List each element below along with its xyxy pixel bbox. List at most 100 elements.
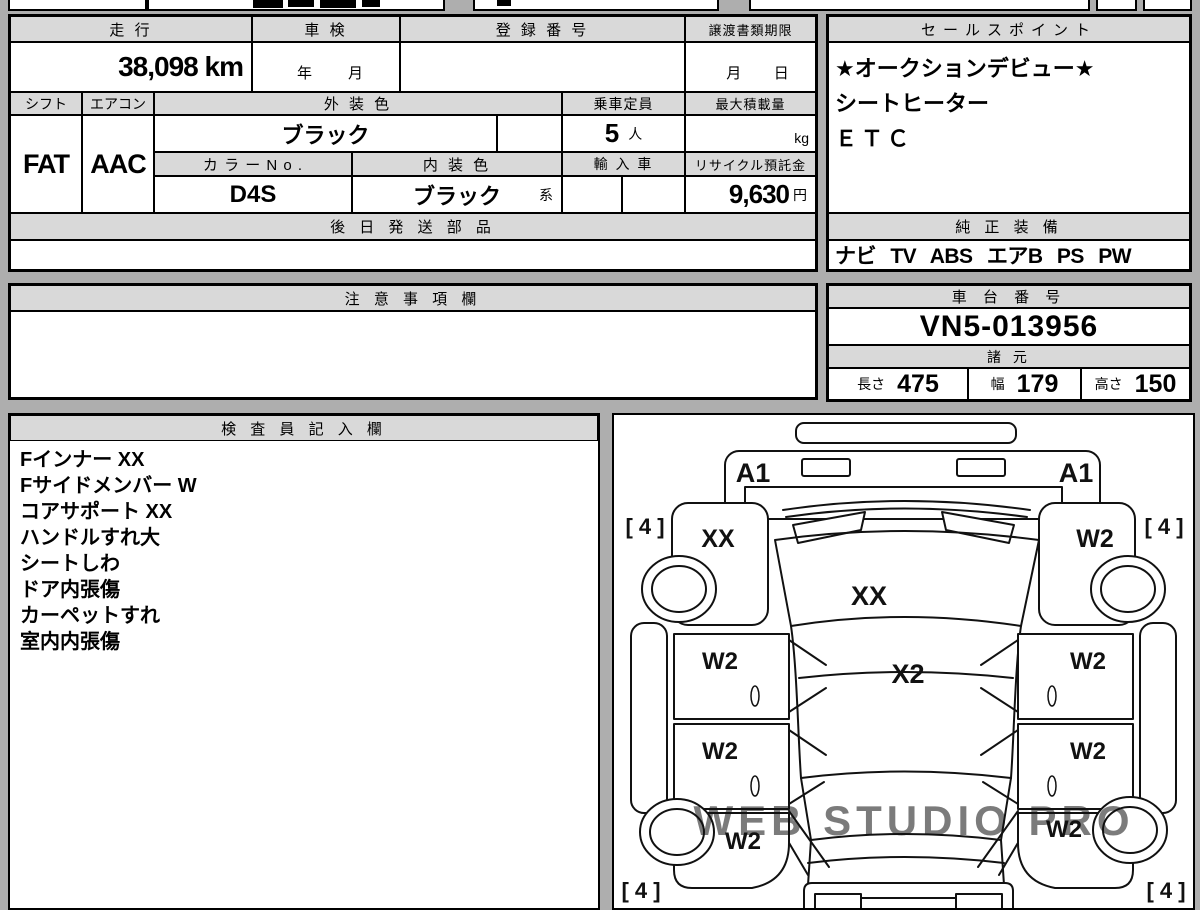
chassis-header: 車 台 番 号	[828, 285, 1190, 308]
later-parts-header: 後 日 発 送 部 品	[10, 213, 816, 240]
door-handle	[1047, 775, 1057, 797]
color-no-header: カ ラ ー N o .	[154, 152, 352, 176]
max-load-value: kg	[685, 115, 816, 152]
sales-point-item: ★オークションデビュー★	[835, 56, 1095, 81]
specs-header: 諸 元	[828, 345, 1190, 368]
spec-width-label: 幅	[990, 376, 1005, 392]
door-front-right-shape	[1017, 633, 1134, 720]
cutoff-row-cell	[1096, 0, 1137, 11]
shaken-value: 年 月	[252, 42, 400, 92]
capacity-unit: 人	[628, 125, 643, 142]
spec-height-value: 150	[1134, 369, 1177, 398]
inspector-note: 室内内張傷	[20, 631, 120, 653]
sales-point-item: シートヒーター	[835, 91, 990, 116]
import-value-2	[622, 176, 685, 213]
sill-left-shape	[630, 622, 668, 814]
capacity-number: 5	[604, 118, 620, 148]
chassis-specs-panel: 車 台 番 号 VN5-013956 諸 元 長さ 475 幅 179 高さ 1…	[826, 283, 1192, 402]
damage-label-fender-left: XX	[701, 525, 735, 553]
recycle-deposit-value: 9,630 円	[685, 176, 816, 213]
tire-label-front-right: [ 4 ]	[1144, 514, 1183, 539]
inspector-note: シートしわ	[20, 553, 120, 575]
cutoff-row-cell	[1143, 0, 1192, 11]
cutoff-row-cell	[473, 0, 719, 11]
shift-header: シフト	[10, 92, 82, 115]
interior-color-header: 内 装 色	[352, 152, 562, 176]
inspector-note: Fサイドメンバー W	[20, 475, 197, 497]
later-parts-value	[10, 240, 816, 270]
chassis-value: VN5-013956	[828, 308, 1190, 345]
inspector-note: ドア内張傷	[20, 579, 120, 601]
color-no-value: D4S	[154, 176, 352, 213]
deadline-month-label: 月	[726, 65, 742, 82]
equipment-value: ナビ TV ABS エアB PS PW	[828, 240, 1190, 270]
inspector-note: カーペットすれ	[20, 605, 160, 627]
inspector-notes-list: Fインナー XX Fサイドメンバー W コアサポート XX ハンドルすれ大 シー…	[10, 441, 598, 661]
recycle-deposit-header: リサイクル預託金	[685, 152, 816, 176]
sales-points-panel: セールスポイント ★オークションデビュー★ シートヒーター ＥＴＣ 純 正 装 …	[826, 14, 1192, 272]
cutoff-row-cell	[147, 0, 445, 11]
interior-color-value: ブラック 系	[352, 176, 562, 213]
inspector-header: 検 査 員 記 入 欄	[10, 415, 598, 441]
cutoff-row-cell	[749, 0, 1090, 11]
door-front-left-shape	[673, 633, 790, 720]
capacity-value: 5 人	[562, 115, 685, 152]
damage-label-quarter-right: W2	[1046, 816, 1082, 843]
aircon-value: AAC	[82, 115, 154, 213]
max-load-unit: kg	[794, 130, 809, 146]
vehicle-info-table: 走 行 車 検 登 録 番 号 譲渡書類期限 38,098 km 年 月 月 日…	[8, 14, 818, 272]
spec-height-label: 高さ	[1094, 376, 1123, 392]
windshield-shape	[774, 530, 1040, 627]
cutoff-text-fragment	[497, 0, 511, 6]
damage-label-door-rear-left: W2	[702, 738, 738, 765]
auction-sheet: { "colors": {"header_bg": "#d9d9d9", "sh…	[0, 0, 1200, 910]
shaken-month-label: 月	[347, 65, 363, 82]
tire-label-front-left: [ 4 ]	[625, 514, 664, 539]
max-load-header: 最大積載量	[685, 92, 816, 115]
transfer-deadline-header: 譲渡書類期限	[685, 16, 816, 42]
capacity-header: 乗車定員	[562, 92, 685, 115]
damage-label-door-rear-right: W2	[1070, 738, 1106, 765]
inspector-note: ハンドルすれ大	[20, 527, 160, 549]
inspector-notes-panel: 検 査 員 記 入 欄 Fインナー XX Fサイドメンバー W コアサポート X…	[8, 413, 600, 910]
tire-label-rear-right: [ 4 ]	[1146, 878, 1185, 903]
sales-points-content: ★オークションデビュー★ シートヒーター ＥＴＣ	[828, 42, 1190, 213]
cutoff-row-cell	[8, 0, 147, 11]
damage-label-a1-right: A1	[1059, 458, 1094, 488]
front-bumper-shape	[795, 422, 1017, 444]
tire-label-rear-left: [ 4 ]	[621, 878, 660, 903]
spec-width: 幅 179	[968, 368, 1081, 400]
damage-label-door-front-left: W2	[702, 648, 738, 675]
aircon-header: エアコン	[82, 92, 154, 115]
car-diagram-panel: WEB STUDIO PRO A1 A1 [ 4 ] [ 4 ] XX W2 X…	[612, 413, 1195, 910]
sales-points-header: セールスポイント	[828, 16, 1190, 42]
caution-content	[10, 311, 816, 398]
exterior-color-value: ブラック	[154, 115, 497, 152]
exterior-color-extra	[497, 115, 562, 152]
mileage-value: 38,098 km	[10, 42, 252, 92]
spec-height: 高さ 150	[1081, 368, 1190, 400]
shaken-header: 車 検	[252, 16, 400, 42]
exterior-color-header: 外 装 色	[154, 92, 562, 115]
mileage-header: 走 行	[10, 16, 252, 42]
spec-length-value: 475	[897, 369, 939, 398]
inspector-note: コアサポート XX	[20, 501, 173, 523]
recycle-deposit-unit: 円	[793, 186, 807, 203]
damage-label-a1-left: A1	[736, 458, 771, 488]
deadline-day-label: 日	[773, 65, 789, 82]
interior-color-name: ブラック	[412, 183, 501, 209]
registration-value	[400, 42, 685, 92]
caution-panel: 注 意 事 項 欄	[8, 283, 818, 400]
door-handle	[750, 685, 760, 707]
shaken-year-label: 年	[296, 65, 312, 82]
damage-label-door-front-right: W2	[1070, 648, 1106, 675]
sill-right-shape	[1139, 622, 1177, 814]
import-value-1	[562, 176, 622, 213]
damage-label-windshield: XX	[851, 581, 887, 611]
door-handle	[750, 775, 760, 797]
sales-point-item: ＥＴＣ	[835, 126, 914, 151]
interior-color-suffix: 系	[539, 187, 553, 203]
inspector-note: Fインナー XX	[20, 449, 145, 471]
door-handle	[1047, 685, 1057, 707]
spec-width-value: 179	[1016, 369, 1059, 398]
